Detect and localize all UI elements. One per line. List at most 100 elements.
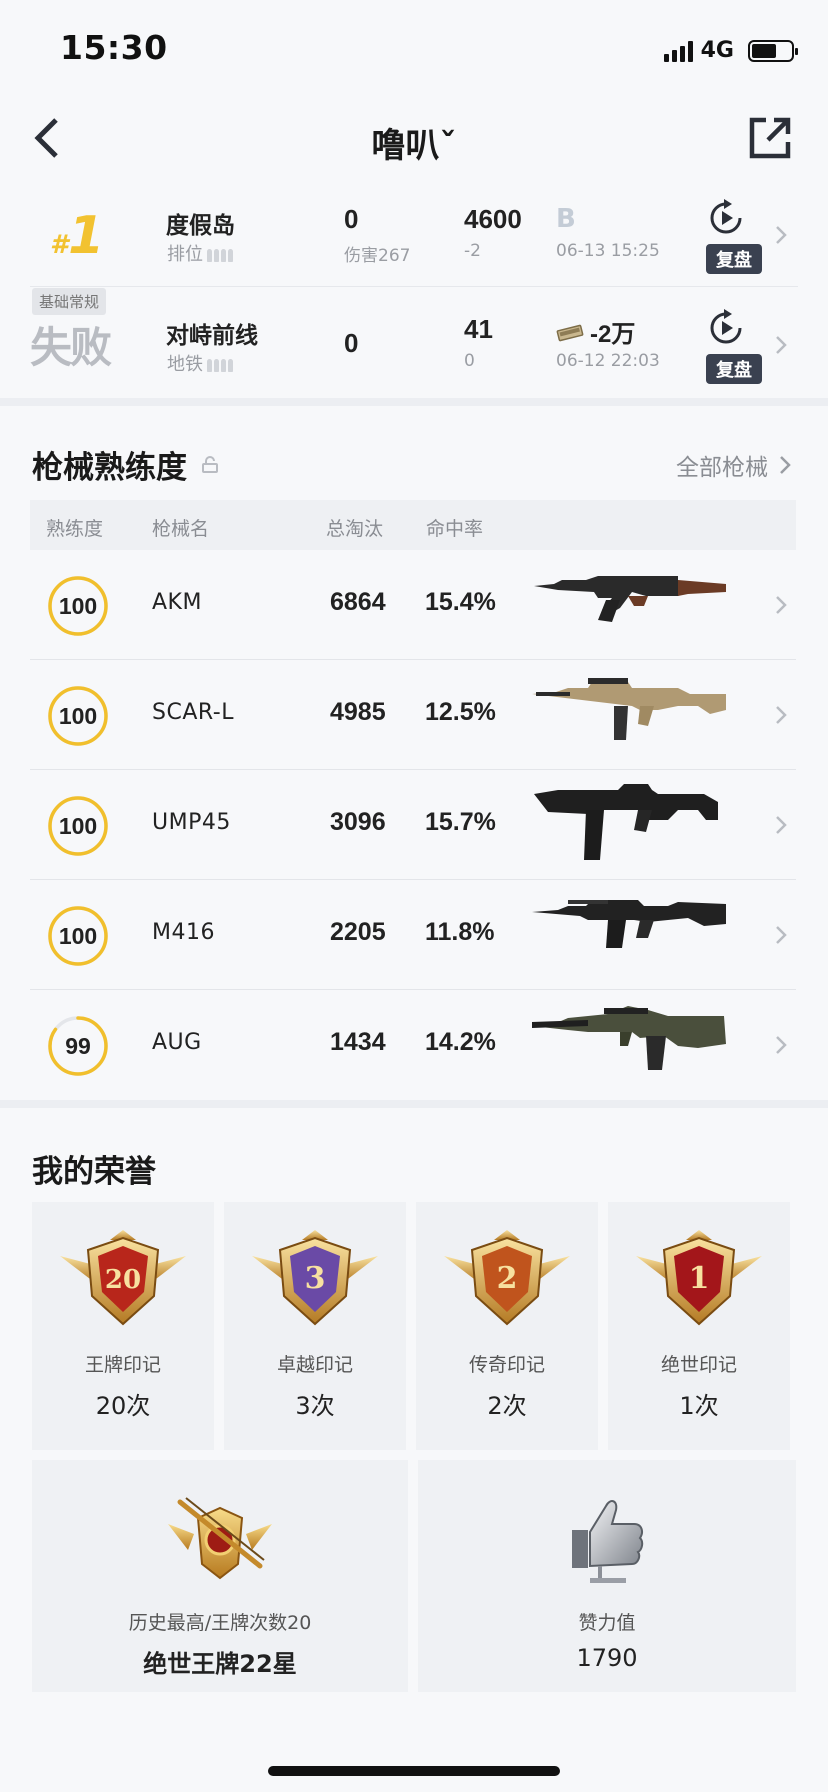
map-name: 对峙前线 (166, 323, 258, 349)
weapon-kills: 1434 (330, 1028, 386, 1056)
honor-count: 3次 (295, 1392, 335, 1420)
section-title: 枪械熟练度 (32, 450, 187, 486)
honor-card[interactable]: 20 王牌印记 20次 (32, 1202, 214, 1450)
match-time: 06-12 22:03 (556, 351, 660, 371)
highest-tier-card[interactable]: 历史最高/王牌次数20 绝世王牌22星 (32, 1460, 408, 1692)
thumbs-up-icon (572, 1500, 644, 1583)
score-value: 4600 (464, 204, 522, 234)
ace-medal-icon (168, 1497, 272, 1580)
likes-card[interactable]: 赞力值 1790 (418, 1460, 796, 1692)
highest-tier-value: 绝世王牌22星 (143, 1650, 297, 1678)
column-header: 命中率 (426, 518, 484, 540)
honor-name: 绝世印记 (660, 1354, 737, 1376)
status-indicators: 4G (663, 38, 798, 63)
match-mode: 排位 (167, 240, 233, 266)
mode-badge: 基础常规 (32, 288, 107, 315)
medal-number: 3 (305, 1261, 326, 1296)
home-indicator[interactable] (268, 1766, 560, 1776)
highest-tier-label: 历史最高/王牌次数20 (128, 1612, 312, 1634)
proficiency-value: 100 (58, 923, 98, 949)
weapon-accuracy: 15.4% (425, 588, 496, 616)
medal-number: 20 (105, 1265, 141, 1295)
grade-value: B (556, 204, 576, 234)
weapon-accuracy: 15.7% (425, 808, 496, 836)
chevron-right-icon (776, 706, 787, 724)
weapon-image (532, 678, 726, 740)
weapon-row[interactable]: 99 AUG 1434 14.2% (30, 990, 796, 1100)
honor-medal-icon: 20 (60, 1230, 186, 1326)
proficiency-value: 100 (58, 813, 98, 839)
weapon-row[interactable]: 100 UMP45 3096 15.7% (30, 770, 796, 880)
weapon-name: AKM (152, 590, 202, 615)
score-change: 0 (464, 351, 475, 371)
honor-card[interactable]: 1 绝世印记 1次 (608, 1202, 790, 1450)
battery-icon (748, 39, 798, 62)
honor-card[interactable]: 3 卓越印记 3次 (224, 1202, 406, 1450)
honor-medal-icon: 3 (252, 1230, 378, 1326)
weapon-kills: 6864 (330, 588, 386, 616)
medal-number: 1 (689, 1261, 710, 1296)
signal-icon (663, 40, 693, 62)
weapon-image (534, 784, 718, 860)
chevron-right-icon (776, 1036, 787, 1054)
weapon-image (534, 576, 726, 622)
match-row[interactable]: 基础常规 失败 对峙前线 地铁 0 41 0 -2万 06-12 22:03 复… (0, 288, 828, 398)
page-title: 噜叭ˇ (371, 126, 457, 166)
match-time: 06-13 15:25 (556, 241, 660, 261)
lock-icon (202, 455, 218, 473)
cash-icon (556, 324, 584, 341)
result-label: 失败 (30, 323, 112, 372)
weapon-name: UMP45 (152, 810, 231, 835)
honor-name: 传奇印记 (468, 1354, 545, 1376)
all-weapons-label: 全部枪械 (676, 455, 768, 481)
kills-value: 0 (344, 328, 359, 358)
score-change: -2 (464, 241, 481, 261)
weapon-row[interactable]: 100 SCAR-L 4985 12.5% (30, 660, 796, 770)
replay-button[interactable]: 复盘 (706, 198, 762, 274)
honor-count: 2次 (487, 1392, 527, 1420)
chevron-right-icon (776, 336, 787, 354)
likes-value: 1790 (576, 1644, 638, 1672)
column-header: 总淘汰 (326, 518, 384, 540)
weapon-name: AUG (152, 1030, 202, 1055)
honor-count: 20次 (95, 1392, 151, 1420)
weapon-image (532, 900, 726, 948)
honor-medal-icon: 1 (636, 1230, 762, 1326)
replay-label: 复盘 (706, 354, 762, 384)
share-icon[interactable] (748, 116, 792, 160)
reward-value: -2万 (590, 321, 636, 348)
proficiency-value: 100 (58, 593, 98, 619)
score-value: 41 (464, 314, 493, 344)
honor-medal-icon: 2 (444, 1230, 570, 1326)
chevron-right-icon (780, 456, 791, 474)
weapon-kills: 3096 (330, 808, 386, 836)
weapon-accuracy: 12.5% (425, 698, 496, 726)
proficiency-value: 99 (65, 1033, 91, 1059)
match-mode: 地铁 (167, 350, 233, 376)
chevron-right-icon (776, 226, 787, 244)
column-header: 熟练度 (46, 518, 104, 540)
replay-icon (710, 199, 742, 234)
column-header: 枪械名 (152, 518, 210, 540)
proficiency-value: 100 (58, 703, 98, 729)
weapon-image (532, 1006, 726, 1070)
weapons-table-header: 熟练度 枪械名 总淘汰 命中率 (30, 500, 796, 550)
honor-name: 卓越印记 (276, 1354, 353, 1376)
damage-value: 伤害267 (344, 246, 411, 266)
map-name: 度假岛 (166, 213, 235, 239)
replay-button[interactable]: 复盘 (706, 308, 762, 384)
likes-label: 赞力值 (578, 1612, 636, 1634)
all-weapons-link[interactable]: 全部枪械 (676, 448, 792, 482)
weapon-row[interactable]: 100 M416 2205 11.8% (30, 880, 796, 990)
chevron-right-icon (776, 596, 787, 614)
match-row[interactable]: #1 度假岛 排位 0 伤害267 4600 -2 B 06-13 15:25 … (0, 178, 828, 288)
rank-badge: #1 (50, 206, 105, 266)
team-icon (207, 358, 233, 372)
weapon-kills: 2205 (330, 918, 386, 946)
honor-card[interactable]: 2 传奇印记 2次 (416, 1202, 598, 1450)
weapon-kills: 4985 (330, 698, 386, 726)
weapons-section-header: 枪械熟练度 (32, 442, 219, 487)
network-type: 4G (700, 38, 734, 63)
weapon-row[interactable]: 100 AKM 6864 15.4% (30, 550, 796, 660)
weapon-name: SCAR-L (152, 700, 234, 725)
